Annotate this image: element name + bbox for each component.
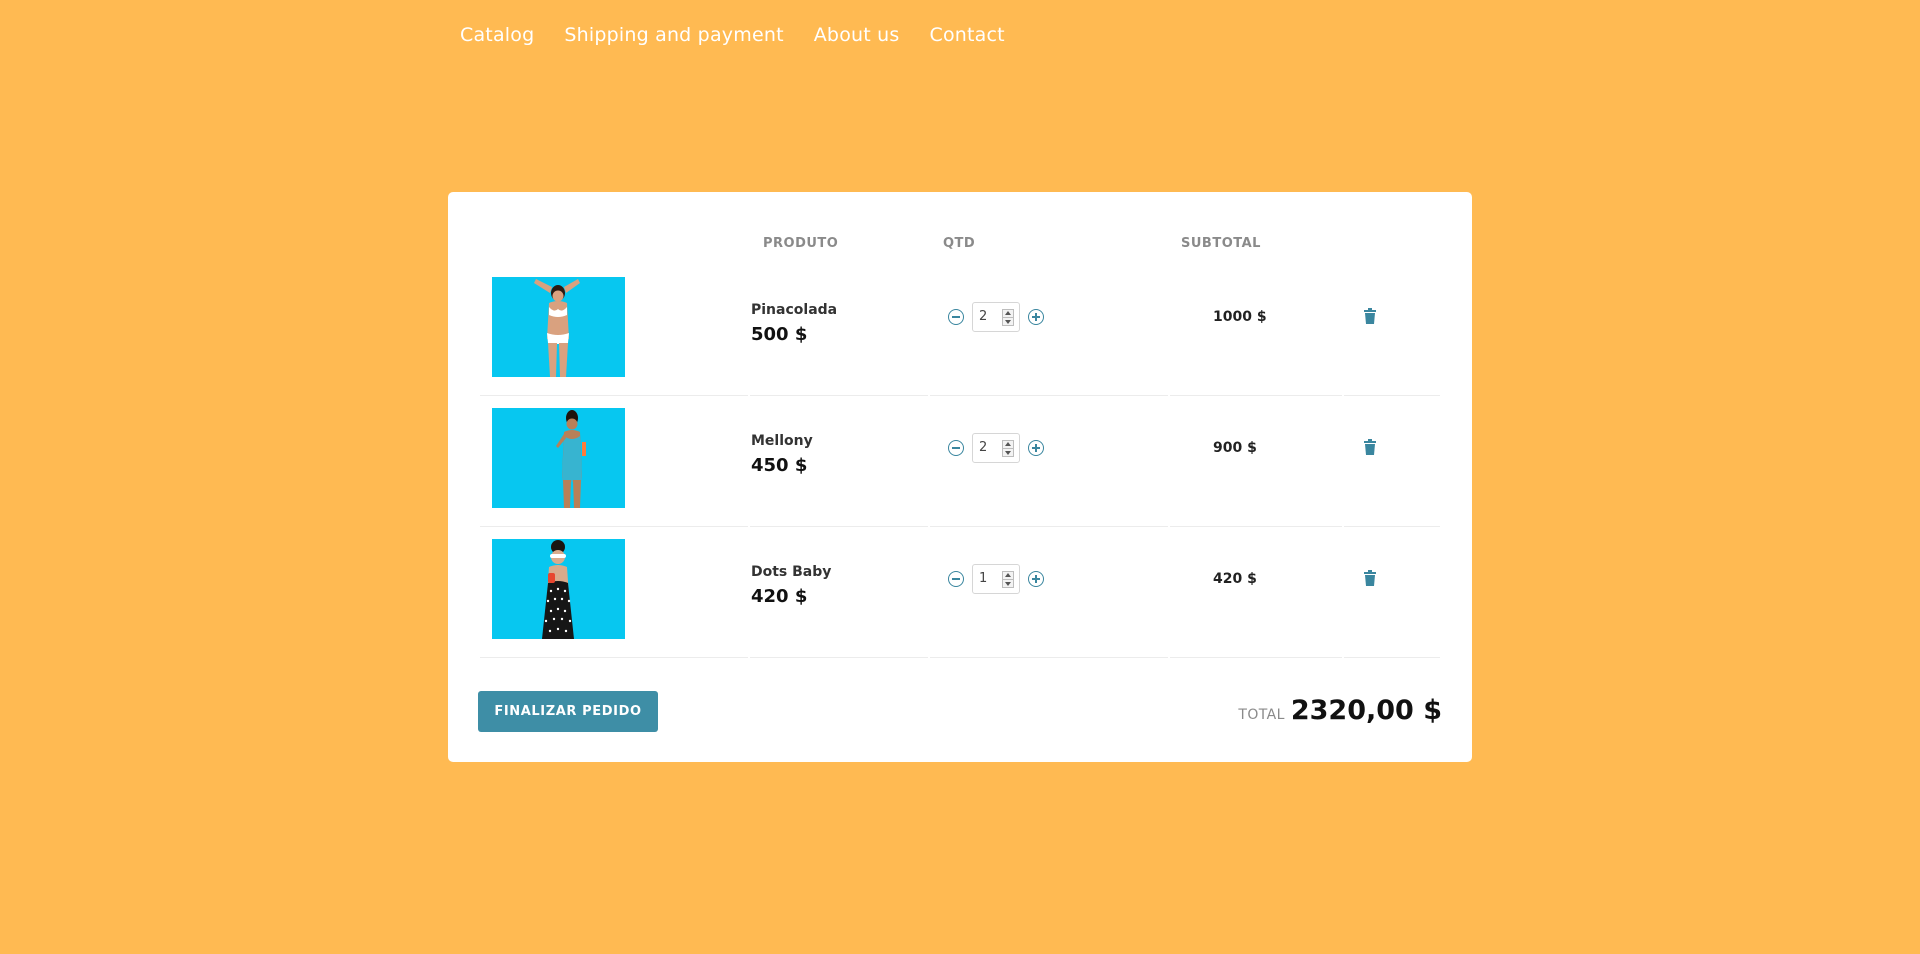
plus-circle-icon[interactable] [1028, 440, 1044, 456]
header-subtotal: SUBTOTAL [1181, 236, 1261, 251]
product-name: Dots Baby [751, 564, 832, 580]
plus-circle-icon[interactable] [1028, 571, 1044, 587]
total-label: TOTAL [1238, 707, 1285, 723]
top-nav: Catalog Shipping and payment About us Co… [460, 20, 1005, 50]
product-name: Pinacolada [751, 302, 838, 318]
product-image [492, 277, 625, 377]
quantity-stepper: 1 [948, 564, 1044, 594]
product-photo-dots-baby [492, 539, 625, 639]
spinner-icon[interactable] [1002, 440, 1014, 457]
column-gap [1342, 657, 1344, 658]
quantity-stepper: 2 [948, 302, 1044, 332]
quantity-input[interactable]: 1 [972, 564, 1020, 594]
quantity-value: 2 [979, 440, 988, 455]
column-gap [928, 657, 930, 658]
quantity-value: 2 [979, 309, 988, 324]
total-amount: 2320,00 $ [1290, 695, 1442, 726]
product-photo-mellony [492, 408, 625, 508]
trash-icon[interactable] [1364, 570, 1376, 586]
quantity-value: 1 [979, 571, 988, 586]
nav-contact[interactable]: Contact [930, 20, 1005, 50]
product-photo-pinacolada [492, 277, 625, 377]
cart-row: Dots Baby 420 $ 1 420 $ [480, 527, 1440, 658]
cart-row: Pinacolada 500 $ 2 1000 $ [480, 265, 1440, 396]
product-price: 450 $ [751, 455, 808, 476]
row-subtotal: 420 $ [1213, 571, 1257, 587]
product-price: 500 $ [751, 324, 808, 345]
plus-circle-icon[interactable] [1028, 309, 1044, 325]
nav-shipping-payment[interactable]: Shipping and payment [564, 20, 783, 50]
column-gap [1168, 657, 1170, 658]
product-price: 420 $ [751, 586, 808, 607]
quantity-input[interactable]: 2 [972, 433, 1020, 463]
column-gap [748, 657, 750, 658]
finalize-order-button[interactable]: FINALIZAR PEDIDO [478, 691, 658, 732]
cart-card: PRODUTO QTD SUBTOTAL Pinacolada 500 $ 2 … [448, 192, 1472, 762]
trash-icon[interactable] [1364, 439, 1376, 455]
minus-circle-icon[interactable] [948, 440, 964, 456]
cart-row: Mellony 450 $ 2 900 $ [480, 396, 1440, 527]
minus-circle-icon[interactable] [948, 309, 964, 325]
header-qty: QTD [943, 236, 976, 251]
quantity-stepper: 2 [948, 433, 1044, 463]
nav-about-us[interactable]: About us [814, 20, 900, 50]
product-name: Mellony [751, 433, 813, 449]
product-image [492, 408, 625, 508]
header-product: PRODUTO [763, 236, 839, 251]
nav-catalog[interactable]: Catalog [460, 20, 534, 50]
spinner-icon[interactable] [1002, 309, 1014, 326]
quantity-input[interactable]: 2 [972, 302, 1020, 332]
row-divider [480, 657, 1440, 658]
row-subtotal: 900 $ [1213, 440, 1257, 456]
minus-circle-icon[interactable] [948, 571, 964, 587]
trash-icon[interactable] [1364, 308, 1376, 324]
row-subtotal: 1000 $ [1213, 309, 1267, 325]
product-image [492, 539, 625, 639]
spinner-icon[interactable] [1002, 571, 1014, 588]
cart-total: TOTAL 2320,00 $ [1238, 695, 1442, 726]
